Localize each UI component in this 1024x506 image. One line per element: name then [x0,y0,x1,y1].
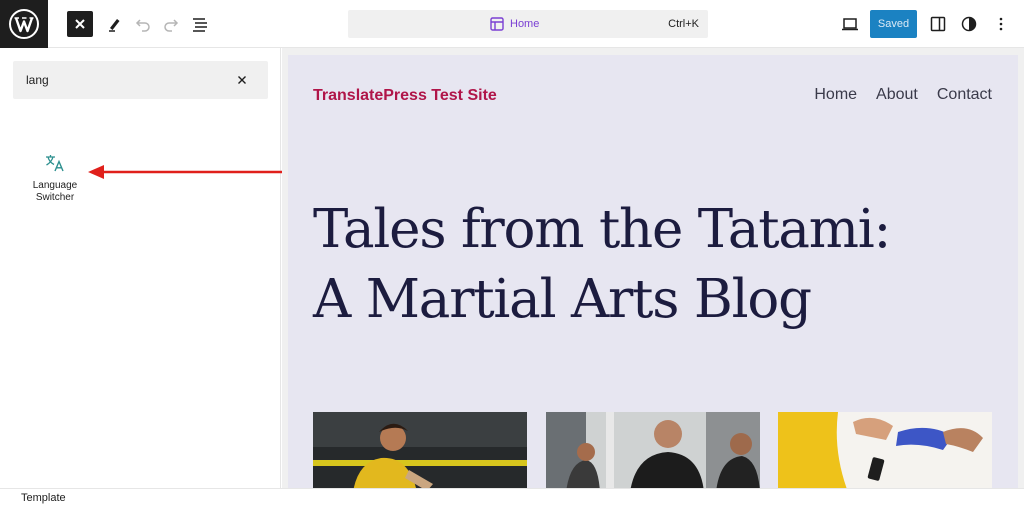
block-inserter-panel: Language Switcher [0,48,281,488]
translate-icon [46,155,64,172]
block-search-input[interactable] [26,72,226,88]
more-vertical-icon [999,17,1003,31]
page-headline[interactable]: Tales from the Tatami: A Martial Arts Bl… [313,195,933,335]
close-inserter-button[interactable] [67,11,93,37]
preview-device-button[interactable] [836,10,864,38]
close-icon [238,76,246,84]
clear-search-button[interactable] [234,72,250,88]
martial-arts-photo [778,412,992,488]
undo-icon [135,19,150,32]
breadcrumb[interactable]: Template [21,492,66,504]
editor-toolbar: Home Ctrl+K Saved [0,0,1024,48]
post-image-2[interactable] [546,412,760,488]
headline-line-2: A Martial Arts Blog [313,269,812,330]
options-button[interactable] [987,10,1015,38]
command-palette-bar[interactable]: Home Ctrl+K [348,10,708,38]
nav-item-home[interactable]: Home [814,86,857,104]
redo-button[interactable] [157,10,185,38]
command-bar-label: Home [510,18,540,30]
site-title[interactable]: TranslatePress Test Site [313,87,497,105]
post-image-3[interactable] [778,412,992,488]
nav-item-contact[interactable]: Contact [937,86,992,104]
desktop-view-icon [842,18,858,31]
headline-line-1: Tales from the Tatami: [313,199,891,260]
pen-tool-icon [109,19,120,32]
command-bar-title: Home [490,17,539,31]
settings-sidebar-button[interactable] [924,10,952,38]
block-search [13,61,268,99]
navigation-menu: Home About Contact [814,86,992,104]
document-overview-button[interactable] [186,10,214,38]
keyboard-shortcut: Ctrl+K [668,18,699,30]
styles-button[interactable] [955,10,983,38]
redo-icon [164,19,179,32]
close-icon [75,19,85,29]
site-preview[interactable]: TranslatePress Test Site Home About Cont… [288,55,1018,488]
block-label: Language Switcher [32,180,78,203]
editor-canvas: TranslatePress Test Site Home About Cont… [282,48,1024,488]
saved-button[interactable]: Saved [870,10,917,38]
wordpress-logo-icon[interactable] [0,0,48,48]
styles-half-circle-icon [961,16,977,32]
editor-footer: Template [0,488,1024,506]
undo-button[interactable] [129,10,157,38]
nav-item-about[interactable]: About [876,86,918,104]
document-overview-icon [193,18,207,32]
tools-button[interactable] [100,10,128,38]
template-icon [490,17,504,31]
martial-arts-photo [546,412,760,488]
sidebar-settings-icon [930,16,946,32]
post-image-1[interactable] [313,412,527,488]
pointer-arrow-icon [88,165,310,179]
martial-arts-photo [313,412,527,488]
language-switcher-block[interactable]: Language Switcher [20,152,90,222]
